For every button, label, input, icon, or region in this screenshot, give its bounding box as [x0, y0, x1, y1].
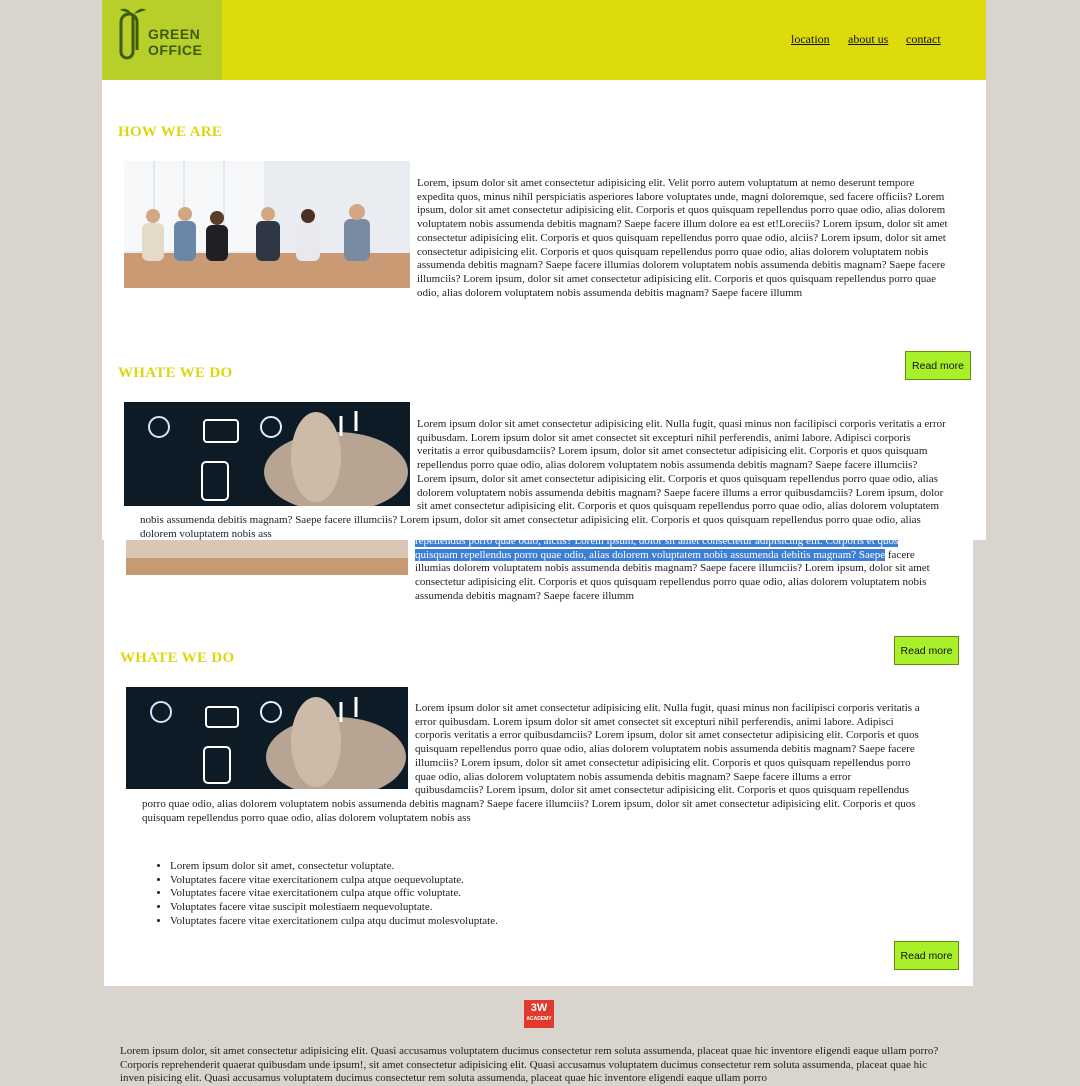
nav-about-us[interactable]: about us — [848, 32, 888, 47]
list-item: Voluptates facere vitae exercitationem c… — [170, 874, 650, 888]
section-paragraph: Lorem ipsum dolor sit amet consectetur a… — [140, 418, 946, 540]
nav-contact[interactable]: contact — [906, 32, 941, 47]
list-item: Lorem ipsum dolor sit amet, consectetur … — [170, 860, 650, 874]
section-paragraph: Lorem ipsum dolor sit amet consectetur a… — [142, 702, 920, 824]
section-heading: HOW WE ARE — [118, 124, 223, 140]
nav-location[interactable]: location — [791, 32, 830, 47]
overlap-paragraph: repellendus porro quae odio, alciis? Lor… — [415, 535, 930, 602]
section-heading: WHATE WE DO — [118, 365, 233, 381]
bullet-list: Lorem ipsum dolor sit amet, consectetur … — [150, 860, 650, 929]
list-item: Voluptates facere vitae exercitationem c… — [170, 887, 650, 901]
list-item: Voluptates facere vitae suscipit molesti… — [170, 901, 650, 915]
academy-logo[interactable]: 3W ACADEMY — [524, 1000, 554, 1028]
section-heading: WHATE WE DO — [120, 650, 235, 666]
section-paragraph: Lorem, ipsum dolor sit amet consectetur … — [417, 177, 948, 299]
list-item: Voluptates facere vitae exercitationem c… — [170, 915, 650, 929]
selected-text-2: quisquam repellendus porro quae odio, al… — [415, 548, 886, 561]
read-more-button[interactable]: Read more — [894, 941, 959, 970]
read-more-button[interactable]: Read more — [894, 636, 959, 665]
read-more-button[interactable]: Read more — [905, 351, 971, 380]
logo-text: GREEN OFFICE — [148, 26, 203, 58]
meeting-photo-partial — [126, 540, 408, 575]
